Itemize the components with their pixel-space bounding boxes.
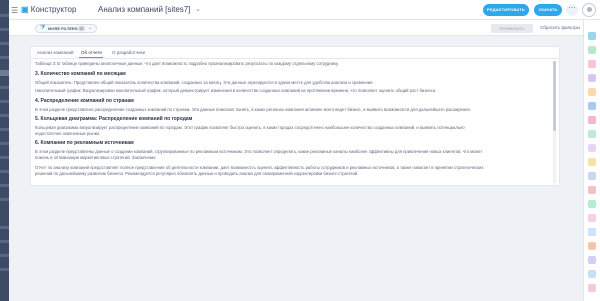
active-tab-indicator (79, 57, 103, 58)
paragraph: Таблица 3: В таблице приведены аналогичн… (35, 61, 339, 66)
tab-bar: Анализ компаний Об отчете О разработчике (31, 47, 559, 59)
app-logo[interactable]: ▣ Конструктор (21, 5, 76, 14)
sidebar-item[interactable] (0, 268, 9, 271)
tab-about-report[interactable]: Об отчете (81, 50, 102, 55)
sidebar-item[interactable] (0, 226, 9, 229)
tool-icon[interactable] (588, 214, 596, 222)
left-sidebar (0, 0, 9, 301)
scrollbar-thumb[interactable] (553, 61, 556, 131)
tool-icon[interactable] (588, 172, 596, 180)
paragraph: В этом разделе представлены данные о соз… (35, 149, 483, 154)
tool-icon[interactable] (588, 200, 596, 208)
sidebar-item[interactable] (0, 86, 9, 89)
tool-icon[interactable] (588, 88, 596, 96)
chevron-down-icon: ⌄ (88, 25, 93, 31)
filters-count-badge: 0 (78, 26, 85, 31)
tool-icon[interactable] (588, 284, 596, 292)
more-filters-button[interactable]: ⧩ MORE FILTERS 0 ⌄ (35, 24, 97, 33)
right-toolbar (583, 20, 600, 301)
report-title: Анализ компаний [sites7] (98, 5, 191, 14)
section-heading: 6. Компании по рекламным источникам (35, 140, 134, 146)
tool-icon[interactable] (588, 74, 596, 82)
paragraph: Кольцевая диаграмма визуализирует распре… (35, 125, 465, 130)
section-heading: 5. Кольцевая диаграмма: Распределение ко… (35, 116, 193, 122)
sidebar-item[interactable] (0, 56, 9, 59)
tool-icon[interactable] (588, 130, 596, 138)
tool-icon[interactable] (588, 228, 596, 236)
sidebar-item[interactable] (0, 156, 9, 159)
apply-button[interactable]: ПРИМЕНИТЬ (491, 24, 533, 33)
sidebar-item[interactable] (0, 28, 9, 31)
sidebar-item[interactable] (0, 240, 9, 243)
paragraph: Накопительный график: Визуализирован нак… (35, 88, 437, 93)
paragraph: В этом разделе представлено распределени… (35, 107, 471, 112)
reset-filters-link[interactable]: Сбросить фильтры (540, 25, 580, 30)
paragraph: недостаточно охваченные рынки. (35, 131, 101, 136)
section-heading: 4. Распределение компаний по странам (35, 98, 134, 104)
sidebar-item[interactable] (0, 170, 9, 173)
paragraph: Общий показатель: Представлен общий пока… (35, 80, 374, 85)
sidebar-item[interactable] (0, 254, 9, 257)
tab-about-developer[interactable]: О разработчике (112, 50, 145, 55)
tool-icon[interactable] (588, 242, 596, 250)
menu-icon[interactable]: ☰ (11, 6, 18, 15)
tool-icon[interactable] (588, 256, 596, 264)
tool-icon[interactable] (588, 186, 596, 194)
more-filters-label: MORE FILTERS (48, 26, 78, 31)
tool-icon[interactable] (588, 102, 596, 110)
user-avatar[interactable] (582, 3, 596, 17)
download-button[interactable]: СКАЧАТЬ (534, 4, 562, 16)
more-dots-icon[interactable]: ⋯ (566, 4, 578, 16)
tool-icon[interactable] (588, 144, 596, 152)
sidebar-item[interactable] (0, 14, 9, 17)
filter-bar: ⧩ MORE FILTERS 0 ⌄ ПРИМЕНИТЬ Сбросить фи… (9, 20, 583, 36)
logo-mark-icon: ▣ (21, 5, 29, 14)
sidebar-item[interactable] (0, 184, 9, 187)
sidebar-item[interactable] (0, 142, 9, 145)
paragraph: решений по дальнейшему развитию бизнеса.… (35, 171, 359, 176)
sidebar-item[interactable] (0, 100, 9, 103)
section-heading: 3. Количество компаний по месяцам (35, 71, 126, 77)
tool-icon[interactable] (588, 60, 596, 68)
report-card: Анализ компаний Об отчете О разработчике… (30, 46, 560, 186)
tool-icon[interactable] (588, 158, 596, 166)
tab-company-analysis[interactable]: Анализ компаний (37, 50, 74, 55)
paragraph: помочь в оптимизации маркетинговых страт… (35, 155, 156, 160)
logo-text: Конструктор (30, 5, 77, 14)
tool-icon[interactable] (588, 32, 596, 40)
sidebar-item[interactable] (0, 128, 9, 131)
tool-icon[interactable] (588, 46, 596, 54)
filter-icon: ⧩ (40, 25, 46, 31)
sidebar-item-selected[interactable] (0, 70, 9, 76)
sidebar-item[interactable] (0, 114, 9, 117)
paragraph: Отчет по анализу компаний предоставляет … (35, 165, 484, 170)
report-text: Таблица 3: В таблице приведены аналогичн… (35, 61, 547, 183)
top-header: ☰ ▣ Конструктор Анализ компаний [sites7]… (9, 0, 600, 20)
sidebar-item[interactable] (0, 42, 9, 45)
edit-button[interactable]: РЕДАКТИРОВАТЬ (483, 4, 529, 16)
sidebar-item[interactable] (0, 198, 9, 201)
tool-icon[interactable] (588, 116, 596, 124)
tool-icon[interactable] (588, 270, 596, 278)
chevron-down-icon[interactable]: ⌄ (195, 5, 201, 13)
